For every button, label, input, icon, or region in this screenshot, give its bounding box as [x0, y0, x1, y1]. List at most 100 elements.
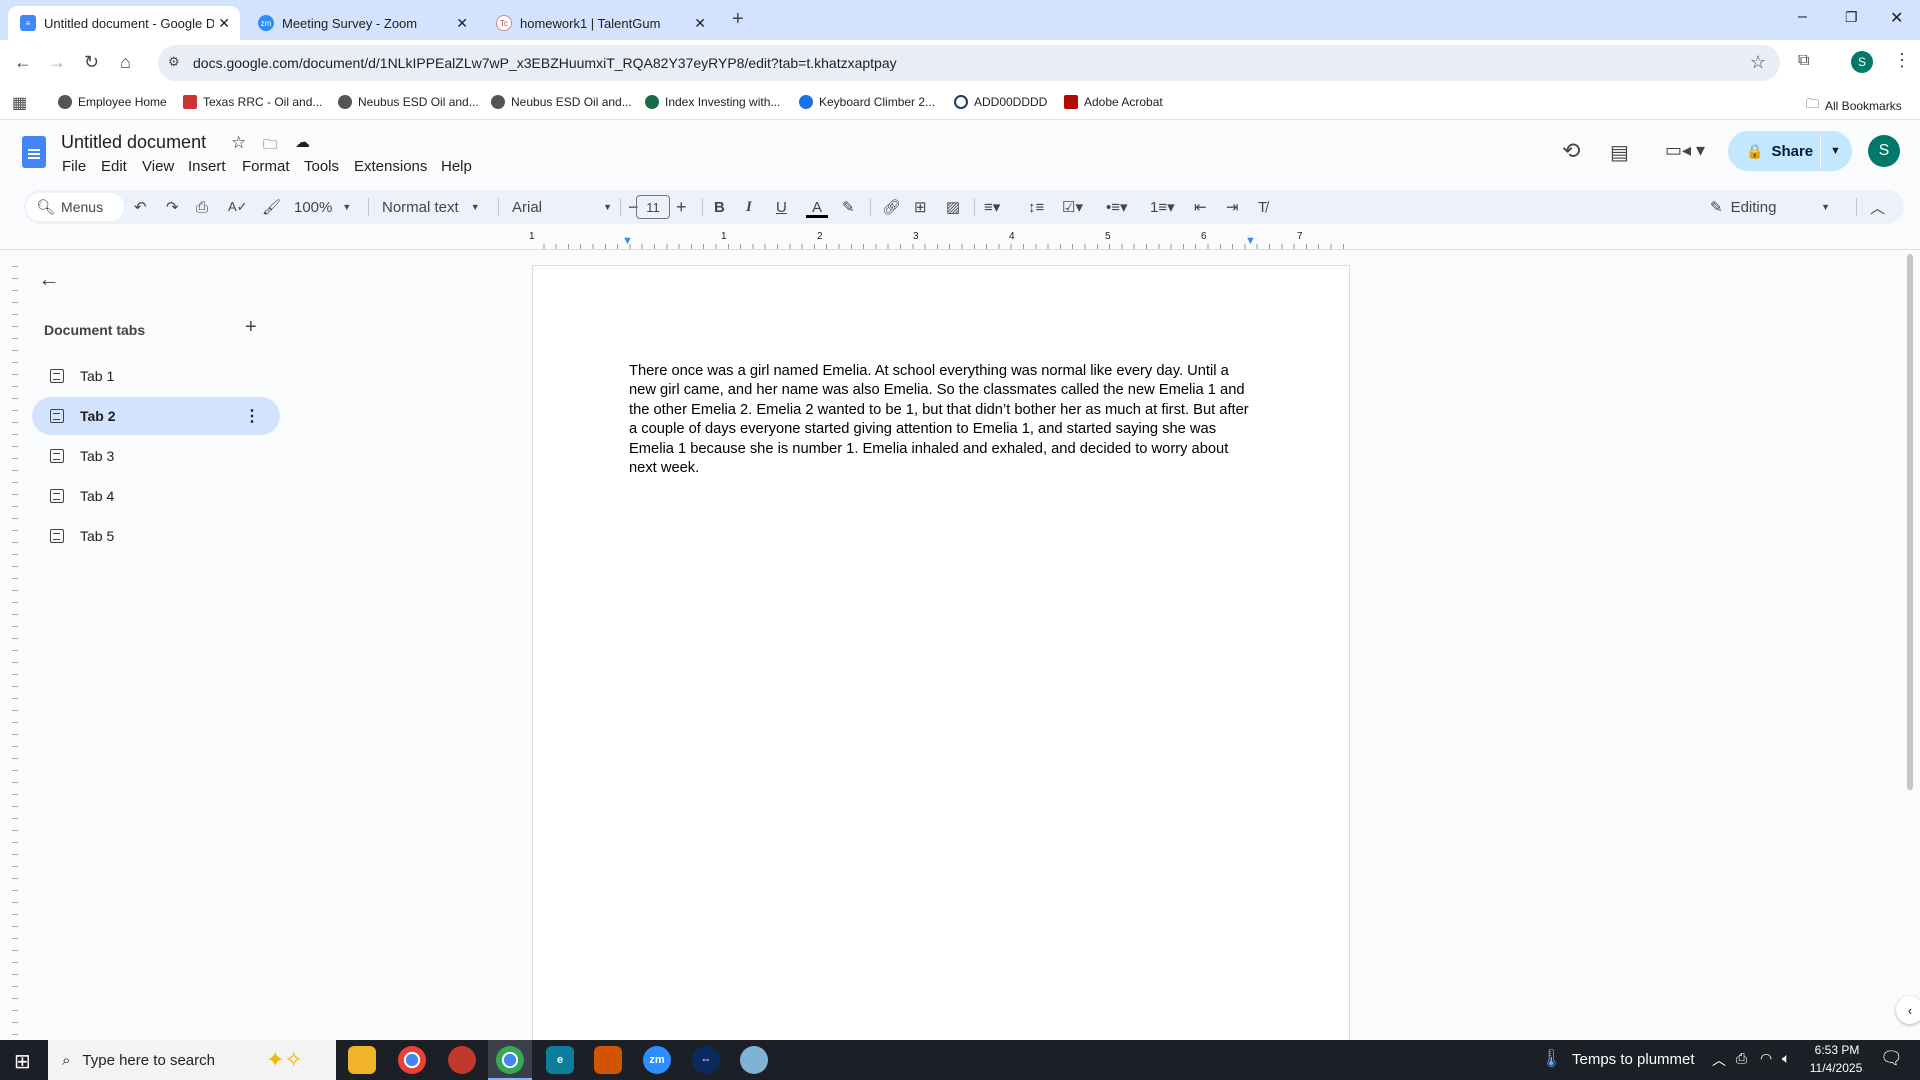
browser-tab-talentgum[interactable]: Tc homework1 | TalentGum ✕	[484, 6, 716, 40]
doc-tab-4[interactable]: Tab 4	[32, 477, 280, 515]
editing-mode-select[interactable]: ✎ Editing ▼	[1710, 190, 1830, 224]
weather-text[interactable]: Temps to plummet	[1572, 1051, 1695, 1068]
menu-help[interactable]: Help	[441, 158, 472, 175]
search-menus-input[interactable]: 🔍︎ Menus	[26, 193, 124, 221]
undo-icon[interactable]: ↶	[134, 190, 147, 224]
checklist-icon[interactable]: ☑▾	[1062, 190, 1083, 224]
bookmark-item[interactable]: Neubus ESD Oil and...	[338, 95, 479, 109]
bold-button[interactable]: B	[714, 190, 725, 224]
profile-avatar[interactable]: S	[1851, 51, 1873, 73]
version-history-icon[interactable]: ⟲	[1562, 138, 1580, 164]
star-icon[interactable]: ☆	[231, 133, 246, 153]
bookmark-item[interactable]: Index Investing with...	[645, 95, 780, 109]
back-arrow-icon[interactable]: ←	[38, 266, 60, 292]
volume-icon[interactable]: 🔈︎	[1782, 1050, 1790, 1067]
bookmark-item[interactable]: ADD00DDDD	[954, 95, 1047, 109]
tab-search-icon[interactable]: ⧉	[1798, 52, 1809, 70]
browser-menu-icon[interactable]: ⋮	[1893, 50, 1911, 71]
increase-indent-icon[interactable]: ⇥	[1226, 190, 1239, 224]
doc-tab-5[interactable]: Tab 5	[32, 517, 280, 555]
close-tab-icon[interactable]: ✕	[456, 15, 468, 32]
comments-icon[interactable]: ▤	[1610, 140, 1629, 165]
align-icon[interactable]: ≡▾	[984, 190, 1000, 224]
decrease-indent-icon[interactable]: ⇤	[1194, 190, 1207, 224]
notifications-icon[interactable]: 🗨︎	[1880, 1048, 1903, 1069]
share-dropdown-icon[interactable]: ▼	[1830, 145, 1841, 157]
close-tab-icon[interactable]: ✕	[694, 15, 706, 32]
zoom-app-icon[interactable]: zm	[643, 1046, 671, 1074]
forward-icon[interactable]: →	[48, 52, 66, 73]
vertical-scrollbar[interactable]	[1907, 254, 1913, 790]
reload-icon[interactable]: ↻	[84, 52, 99, 73]
increase-font-size-button[interactable]: +	[676, 190, 687, 224]
add-tab-button[interactable]: +	[245, 316, 257, 339]
home-icon[interactable]: ⌂	[120, 52, 131, 73]
right-indent-marker[interactable]: ▼	[1245, 235, 1256, 247]
account-avatar[interactable]: S	[1868, 135, 1900, 167]
side-panel-toggle-icon[interactable]: ‹	[1896, 996, 1920, 1024]
document-page[interactable]: There once was a girl named Emelia. At s…	[532, 265, 1350, 1055]
share-button[interactable]: 🔒 Share ▼	[1728, 131, 1852, 171]
bookmark-item[interactable]: Employee Home	[58, 95, 167, 109]
app-icon[interactable]	[448, 1046, 476, 1074]
windows-start-icon[interactable]: ⊞	[14, 1049, 31, 1074]
print-icon[interactable]: ⎙	[196, 190, 208, 224]
new-tab-button[interactable]: +	[732, 8, 744, 31]
chrome-icon[interactable]	[398, 1046, 426, 1074]
line-spacing-icon[interactable]: ↕≡	[1028, 190, 1044, 224]
menu-edit[interactable]: Edit	[101, 158, 127, 175]
site-info-icon[interactable]: ⚙	[168, 54, 180, 70]
apps-grid-icon[interactable]: ▦	[12, 93, 27, 113]
text-color-button[interactable]: A	[806, 190, 828, 224]
back-icon[interactable]: ←	[14, 52, 32, 73]
menu-insert[interactable]: Insert	[188, 158, 226, 175]
redo-icon[interactable]: ↷	[166, 190, 179, 224]
browser-tab-zoom[interactable]: zm Meeting Survey - Zoom ✕	[246, 6, 478, 40]
paragraph-style-select[interactable]: Normal text ▼	[382, 190, 480, 224]
paint-icon[interactable]	[740, 1046, 768, 1074]
left-indent-marker[interactable]: ▼	[622, 235, 633, 247]
add-comment-icon[interactable]: ⊞	[914, 190, 927, 224]
cloud-saved-icon[interactable]: ☁	[295, 133, 310, 151]
doc-tab-3[interactable]: Tab 3	[32, 437, 280, 475]
clock-date[interactable]: 11/4/2025	[1806, 1061, 1866, 1075]
app-icon[interactable]	[594, 1046, 622, 1074]
zoom-select[interactable]: 100% ▼	[294, 190, 351, 224]
doc-tab-1[interactable]: Tab 1	[32, 357, 280, 395]
restore-button[interactable]: ❐	[1845, 9, 1858, 26]
underline-button[interactable]: U	[776, 190, 787, 224]
menu-extensions[interactable]: Extensions	[354, 158, 427, 175]
highlight-icon[interactable]: ✎	[842, 190, 855, 224]
wifi-icon[interactable]: ◠	[1760, 1050, 1772, 1067]
menu-tools[interactable]: Tools	[304, 158, 339, 175]
url-input[interactable]: ⚙ docs.google.com/document/d/1NLkIPPEalZ…	[158, 45, 1780, 81]
meet-video-icon[interactable]: ▭◂ ▾	[1665, 140, 1705, 161]
menu-format[interactable]: Format	[242, 158, 290, 175]
browser-tab-docs[interactable]: ≡ Untitled document - Google Dc ✕	[8, 6, 240, 40]
teamviewer-icon[interactable]: ⇔	[692, 1046, 720, 1074]
collapse-toolbar-icon[interactable]: ︿	[1870, 190, 1885, 224]
all-bookmarks-button[interactable]: 🗀 All Bookmarks	[1806, 95, 1902, 117]
bookmark-item[interactable]: Keyboard Climber 2...	[799, 95, 935, 109]
numbered-list-icon[interactable]: 1≡▾	[1150, 190, 1175, 224]
insert-link-icon[interactable]: 🔗︎	[882, 190, 901, 224]
insert-image-icon[interactable]: ▨	[946, 190, 960, 224]
docs-logo-icon[interactable]	[22, 136, 46, 168]
menu-file[interactable]: File	[62, 158, 86, 175]
bookmark-item[interactable]: Neubus ESD Oil and...	[491, 95, 632, 109]
bookmark-item[interactable]: Adobe Acrobat	[1064, 95, 1163, 109]
menu-view[interactable]: View	[142, 158, 174, 175]
document-title[interactable]: Untitled document	[61, 132, 206, 153]
show-hidden-icons[interactable]: ︿	[1712, 1050, 1726, 1070]
doc-tab-2[interactable]: Tab 2 ⋮	[32, 397, 280, 435]
camera-icon[interactable]: ⎙	[1736, 1050, 1747, 1067]
bookmark-item[interactable]: Texas RRC - Oil and...	[183, 95, 322, 109]
edge-icon[interactable]: e	[546, 1046, 574, 1074]
bookmark-star-icon[interactable]: ☆	[1750, 52, 1766, 73]
italic-button[interactable]: I	[746, 190, 752, 224]
chrome-active-taskbar-button[interactable]	[488, 1040, 532, 1080]
document-body-text[interactable]: There once was a girl named Emelia. At s…	[629, 362, 1253, 478]
move-folder-icon[interactable]: 🗀	[263, 134, 277, 158]
paint-format-icon[interactable]: 🖌︎	[262, 190, 281, 224]
font-select[interactable]: Arial ▼	[512, 190, 612, 224]
